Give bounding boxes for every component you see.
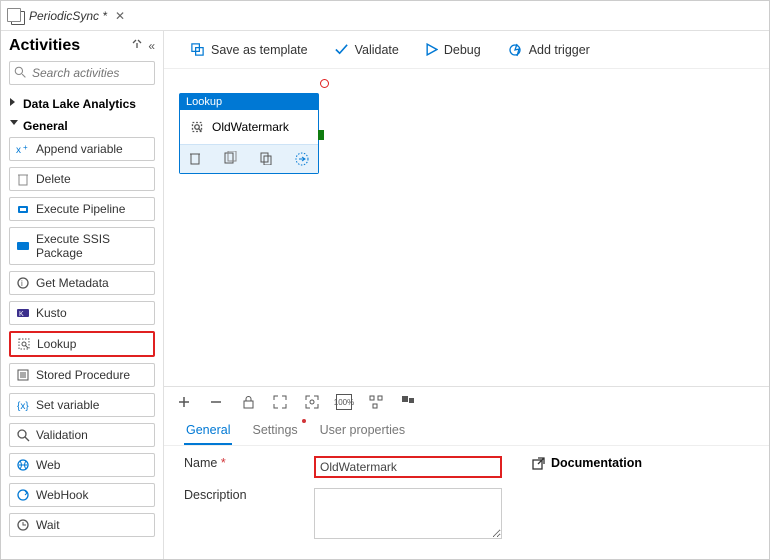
activity-item-label: Web [36, 458, 60, 472]
auto-layout-icon[interactable] [368, 394, 384, 410]
activity-item-lookup[interactable]: Lookup [9, 331, 155, 357]
lookup-icon [188, 118, 206, 136]
add-icon[interactable] [176, 394, 192, 410]
activity-item-stored-procedure[interactable]: Stored Procedure [9, 363, 155, 387]
focus-icon[interactable] [304, 394, 320, 410]
activity-item-label: Execute Pipeline [36, 202, 125, 216]
activity-item-label: Validation [36, 428, 88, 442]
description-label: Description [184, 488, 314, 502]
tab-user-properties[interactable]: User properties [318, 417, 407, 445]
svg-text:x: x [16, 145, 21, 156]
add-output-icon[interactable] [294, 151, 310, 167]
activity-item-delete[interactable]: Delete [9, 167, 155, 191]
remove-icon[interactable] [208, 394, 224, 410]
tab-settings[interactable]: Settings [250, 417, 299, 445]
validation-error-dot-icon [320, 79, 329, 88]
documentation-link[interactable]: Documentation [532, 456, 642, 470]
activities-sidebar: Activities « Data Lake Analytics General [1, 31, 164, 559]
pipeline-toolbar: Save as template Validate Debug Add trig… [164, 31, 769, 69]
stored-procedure-icon [16, 368, 30, 382]
set-variable-icon: {x} [16, 398, 30, 412]
zoom-reset-icon[interactable]: 100% [336, 394, 352, 410]
delete-icon[interactable] [188, 151, 202, 167]
svg-text:+: + [23, 143, 28, 152]
delete-icon [16, 172, 30, 186]
activity-item-label: Get Metadata [36, 276, 109, 290]
add-trigger-button[interactable]: Add trigger [507, 42, 590, 58]
activity-item-append-variable[interactable]: x+ Append variable [9, 137, 155, 161]
execute-pipeline-icon [16, 202, 30, 216]
web-icon [16, 458, 30, 472]
pipeline-tab[interactable]: PeriodicSync * ✕ [5, 5, 131, 27]
clone-icon[interactable] [223, 151, 237, 167]
error-dot-icon [302, 419, 306, 423]
activity-item-label: Delete [36, 172, 71, 186]
activity-item-web[interactable]: Web [9, 453, 155, 477]
description-input[interactable] [314, 488, 502, 539]
search-icon [14, 66, 27, 79]
activity-item-label: Set variable [36, 398, 99, 412]
caret-right-icon [9, 97, 17, 107]
svg-text:K: K [19, 311, 24, 318]
name-label: Name * [184, 456, 314, 470]
wait-icon [16, 518, 30, 532]
webhook-icon [16, 488, 30, 502]
svg-text:i: i [21, 279, 23, 288]
name-input[interactable] [314, 456, 502, 478]
svg-text:{x}: {x} [17, 401, 29, 412]
collapse-icon[interactable]: « [148, 39, 155, 53]
lookup-icon [17, 337, 31, 351]
success-port[interactable] [318, 130, 324, 140]
close-icon[interactable]: ✕ [115, 9, 125, 23]
execute-ssis-package-icon [16, 239, 30, 253]
lock-icon[interactable] [240, 394, 256, 410]
node-type-label: Lookup [180, 94, 318, 110]
pin-icon[interactable] [132, 39, 142, 53]
activity-item-label: Lookup [37, 337, 76, 351]
pipeline-canvas[interactable]: Lookup OldWatermark [164, 69, 769, 386]
activity-item-label: Kusto [36, 306, 67, 320]
activity-item-execute-ssis-package[interactable]: Execute SSIS Package [9, 227, 155, 265]
external-link-icon [532, 457, 545, 470]
activity-item-label: Wait [36, 518, 60, 532]
activity-item-set-variable[interactable]: {x} Set variable [9, 393, 155, 417]
activity-item-webhook[interactable]: WebHook [9, 483, 155, 507]
activity-item-execute-pipeline[interactable]: Execute Pipeline [9, 197, 155, 221]
sidebar-title: Activities [9, 37, 80, 55]
append-variable-icon: x+ [16, 142, 30, 156]
lookup-node[interactable]: Lookup OldWatermark [179, 93, 319, 174]
activity-item-label: Execute SSIS Package [36, 232, 148, 260]
properties-pane: 100% General Settings User properties Na… [164, 386, 769, 559]
activity-item-label: Stored Procedure [36, 368, 130, 382]
node-title: OldWatermark [212, 120, 289, 134]
activity-item-label: Append variable [36, 142, 123, 156]
activity-item-label: WebHook [36, 488, 88, 502]
tab-general[interactable]: General [184, 417, 232, 445]
validate-button[interactable]: Validate [334, 42, 399, 57]
activity-item-get-metadata[interactable]: i Get Metadata [9, 271, 155, 295]
align-icon[interactable] [400, 394, 416, 410]
fit-icon[interactable] [272, 394, 288, 410]
copy-icon[interactable] [259, 151, 273, 167]
tree-node-general[interactable]: General [9, 115, 155, 137]
search-input[interactable] [9, 61, 155, 85]
pipeline-tab-title: PeriodicSync * [29, 9, 107, 23]
activity-item-validation[interactable]: Validation [9, 423, 155, 447]
validation-icon [16, 428, 30, 442]
debug-button[interactable]: Debug [425, 43, 481, 57]
caret-down-icon [9, 119, 19, 127]
activity-item-wait[interactable]: Wait [9, 513, 155, 537]
kusto-icon: K [16, 306, 30, 320]
save-template-button[interactable]: Save as template [190, 42, 308, 57]
tree-node-data-lake[interactable]: Data Lake Analytics [9, 93, 155, 115]
get-metadata-icon: i [16, 276, 30, 290]
activity-item-kusto[interactable]: K Kusto [9, 301, 155, 325]
